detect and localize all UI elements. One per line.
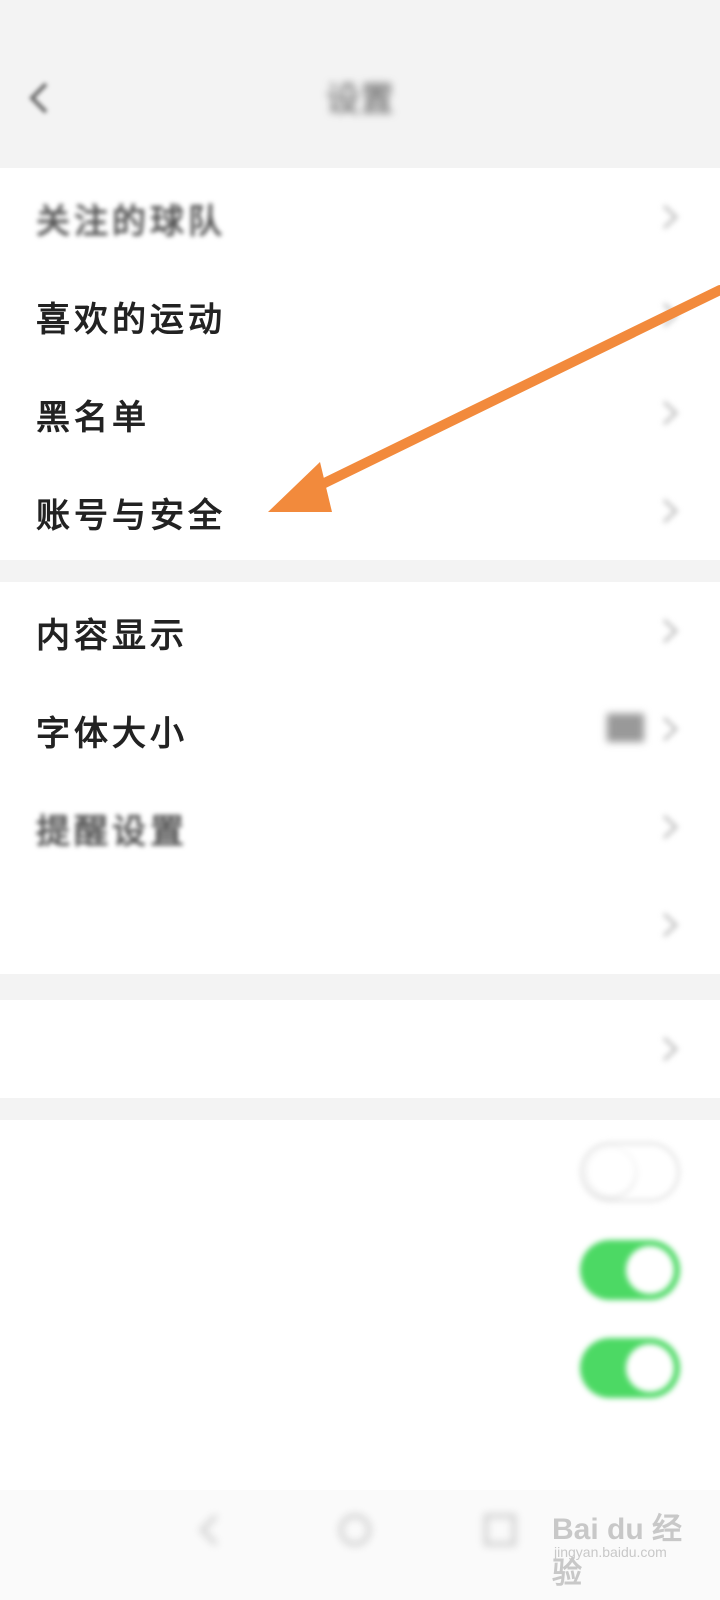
toggle-switch-off[interactable] <box>580 1142 680 1202</box>
page-header: 设置 <box>0 50 720 150</box>
toggle-switch-on[interactable] <box>580 1338 680 1398</box>
chevron-right-icon <box>662 716 679 742</box>
settings-group-4 <box>0 1120 720 1490</box>
chevron-right-icon <box>662 302 679 328</box>
row-label: 喜欢的运动 <box>36 300 226 340</box>
row-toggle-off <box>0 1120 720 1218</box>
row-label: 提醒设置 <box>36 812 188 852</box>
chevron-right-icon <box>662 618 679 644</box>
row-followed-teams[interactable]: 关注的球队 <box>0 168 720 266</box>
row-toggle-on-1 <box>0 1218 720 1316</box>
watermark-url: jingyan.baidu.com <box>554 1544 667 1560</box>
chevron-right-icon <box>662 204 679 230</box>
row-liked-sports[interactable]: 喜欢的运动 <box>0 266 720 364</box>
row-content-display[interactable]: 内容显示 <box>0 582 720 680</box>
chevron-right-icon <box>662 400 679 426</box>
chevron-right-icon <box>662 814 679 840</box>
row-label: 字体大小 <box>36 714 188 754</box>
status-bar <box>0 0 720 50</box>
nav-recents-icon[interactable] <box>480 1510 520 1550</box>
settings-group-2: 内容显示 字体大小 ██ 提醒设置 <box>0 582 720 974</box>
row-label: 账号与安全 <box>36 496 226 536</box>
chevron-right-icon <box>662 498 679 524</box>
row-label: 关注的球队 <box>36 202 226 242</box>
nav-back-icon[interactable] <box>190 1510 230 1550</box>
baidu-watermark: Bai du 经验 jingyan.baidu.com <box>552 1500 692 1590</box>
nav-home-icon[interactable] <box>335 1510 375 1550</box>
chevron-right-icon <box>662 1036 679 1062</box>
row-label: 黑名单 <box>36 398 150 438</box>
page-title: 设置 <box>326 80 394 120</box>
font-size-value: ██ <box>607 714 644 742</box>
settings-group-3 <box>0 1000 720 1098</box>
row-blurred-single[interactable] <box>0 1000 720 1098</box>
row-reminder-settings[interactable]: 提醒设置 <box>0 778 720 876</box>
toggle-switch-on[interactable] <box>580 1240 680 1300</box>
row-blacklist[interactable]: 黑名单 <box>0 364 720 462</box>
row-account-security[interactable]: 账号与安全 <box>0 462 720 560</box>
settings-group-1: 关注的球队 喜欢的运动 黑名单 账号与安全 <box>0 168 720 560</box>
chevron-right-icon <box>662 912 679 938</box>
row-font-size[interactable]: 字体大小 ██ <box>0 680 720 778</box>
row-label: 内容显示 <box>36 616 188 656</box>
row-toggle-on-2 <box>0 1316 720 1436</box>
row-blurred-setting[interactable] <box>0 876 720 974</box>
